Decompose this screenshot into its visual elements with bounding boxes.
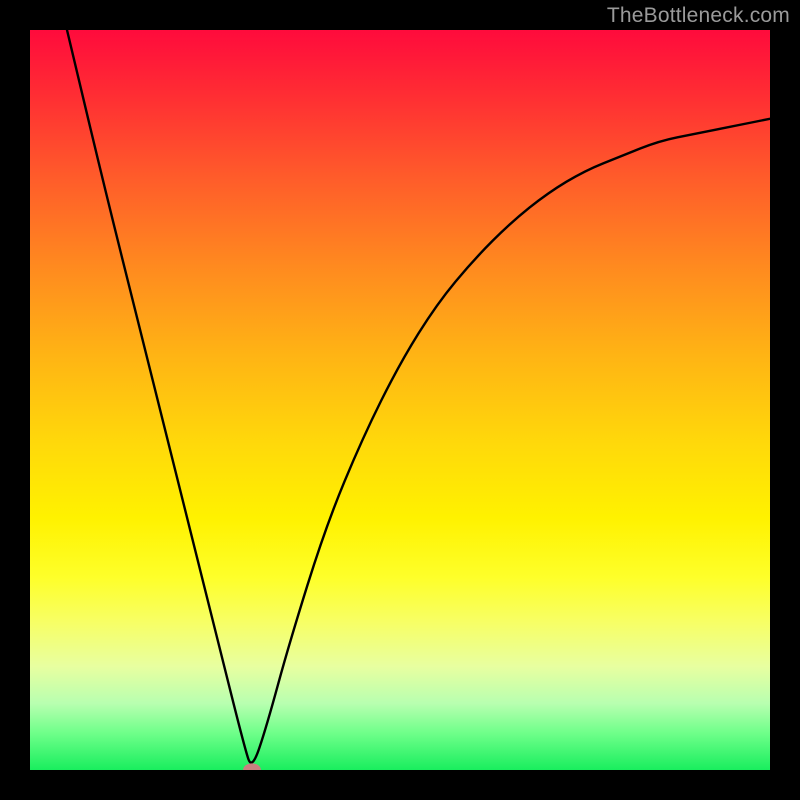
plot-area — [30, 30, 770, 770]
curve-svg — [30, 30, 770, 770]
chart-frame: TheBottleneck.com — [0, 0, 800, 800]
watermark-label: TheBottleneck.com — [607, 4, 790, 28]
minimum-marker — [243, 763, 261, 770]
bottleneck-curve — [67, 30, 770, 763]
